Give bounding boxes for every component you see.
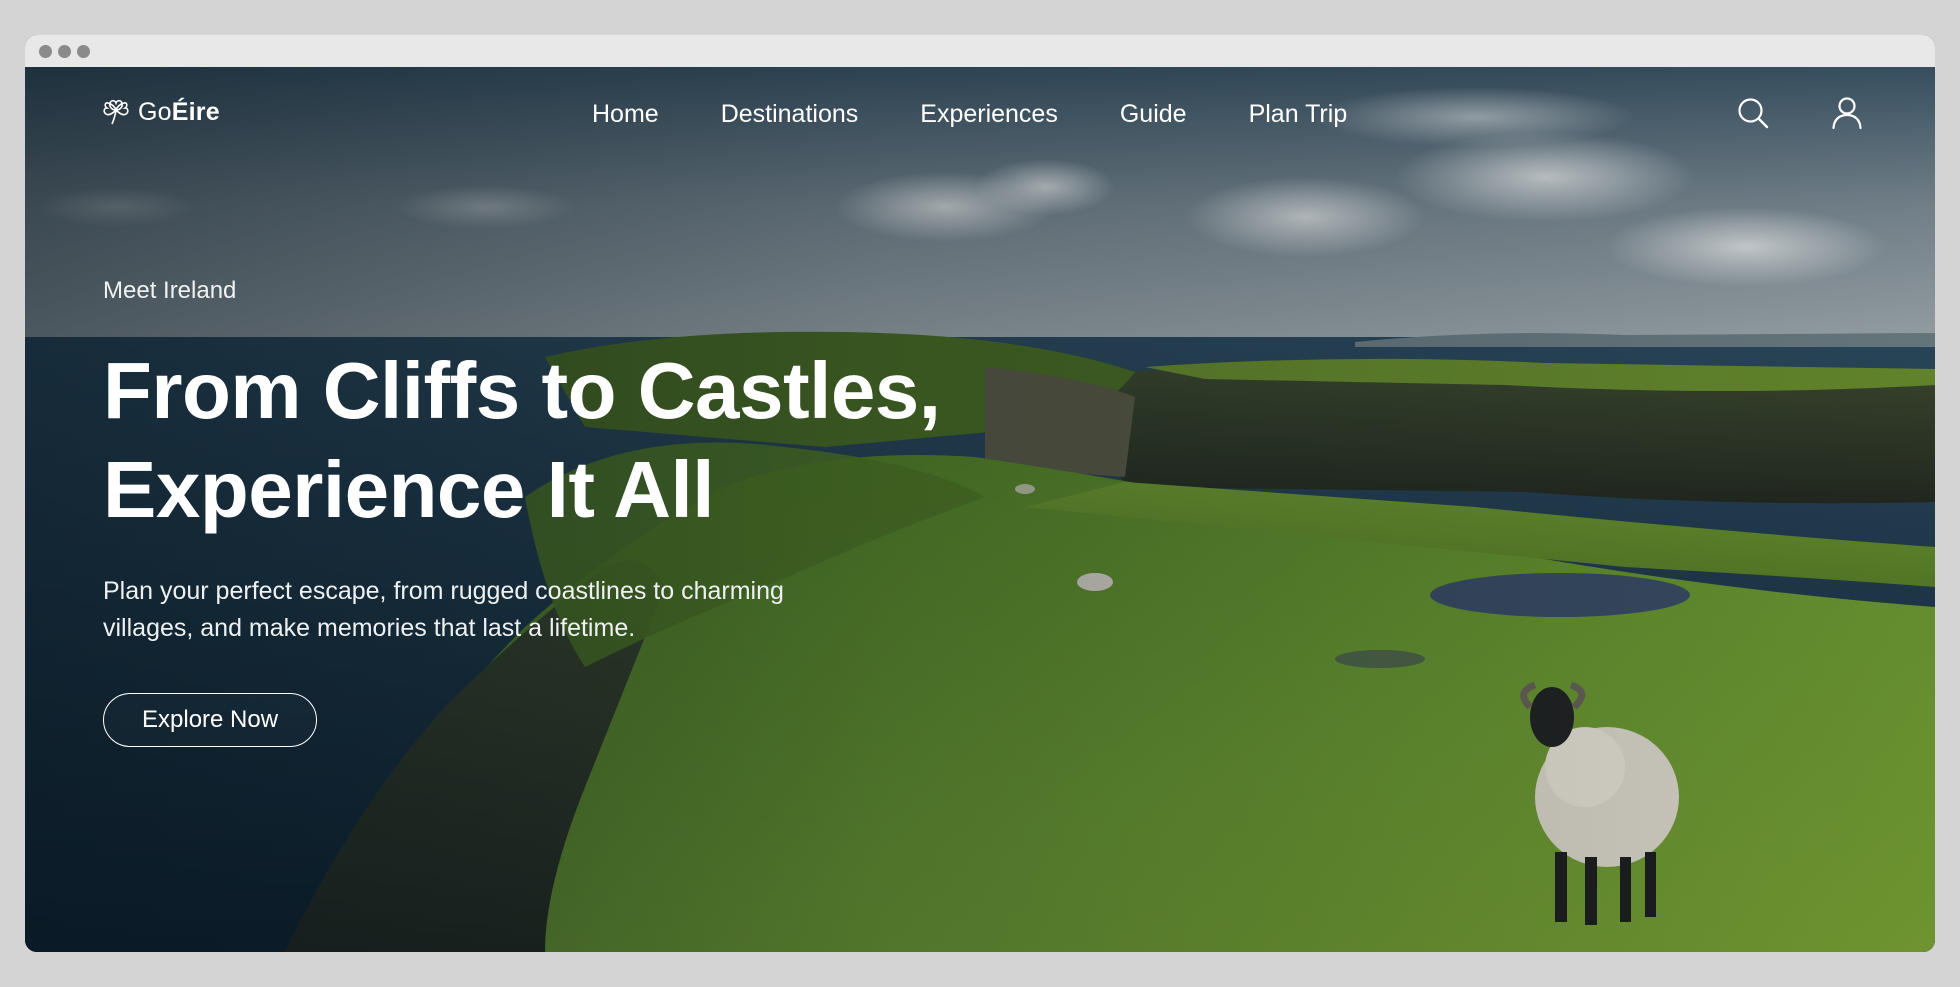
nav-item-plan-trip[interactable]: Plan Trip: [1249, 97, 1348, 131]
brand-logo[interactable]: GoÉire: [102, 97, 220, 127]
shamrock-icon: [103, 99, 129, 125]
nav-item-home[interactable]: Home: [592, 97, 659, 131]
window-controls: [39, 45, 90, 58]
header-actions: [1735, 95, 1865, 131]
brand-name: GoÉire: [138, 97, 220, 126]
minimize-dot[interactable]: [58, 45, 71, 58]
hero-description: Plan your perfect escape, from rugged co…: [103, 577, 784, 642]
hero-title-line-1: From Cliffs to Castles,: [103, 346, 941, 435]
top-navigation: GoÉire Home Destinations Experiences Gui…: [25, 67, 1935, 167]
hero-title-line-2: Experience It All: [103, 445, 715, 534]
hero-eyebrow: Meet Ireland: [103, 277, 237, 304]
nav-item-experiences[interactable]: Experiences: [920, 97, 1058, 131]
browser-window: GoÉire Home Destinations Experiences Gui…: [25, 35, 1935, 952]
maximize-dot[interactable]: [77, 45, 90, 58]
hero-section: GoÉire Home Destinations Experiences Gui…: [25, 67, 1935, 952]
hero-content: Meet Ireland From Cliffs to Castles, Exp…: [103, 277, 941, 747]
user-icon[interactable]: [1829, 95, 1865, 131]
nav-item-guide[interactable]: Guide: [1120, 97, 1187, 131]
browser-titlebar: [25, 35, 1935, 67]
search-icon[interactable]: [1735, 95, 1771, 131]
nav-item-destinations[interactable]: Destinations: [721, 97, 859, 131]
hero-title: From Cliffs to Castles, Experience It Al…: [103, 341, 941, 539]
explore-now-button[interactable]: Explore Now: [103, 693, 318, 747]
close-dot[interactable]: [39, 45, 52, 58]
main-menu: Home Destinations Experiences Guide Plan…: [592, 97, 1347, 131]
